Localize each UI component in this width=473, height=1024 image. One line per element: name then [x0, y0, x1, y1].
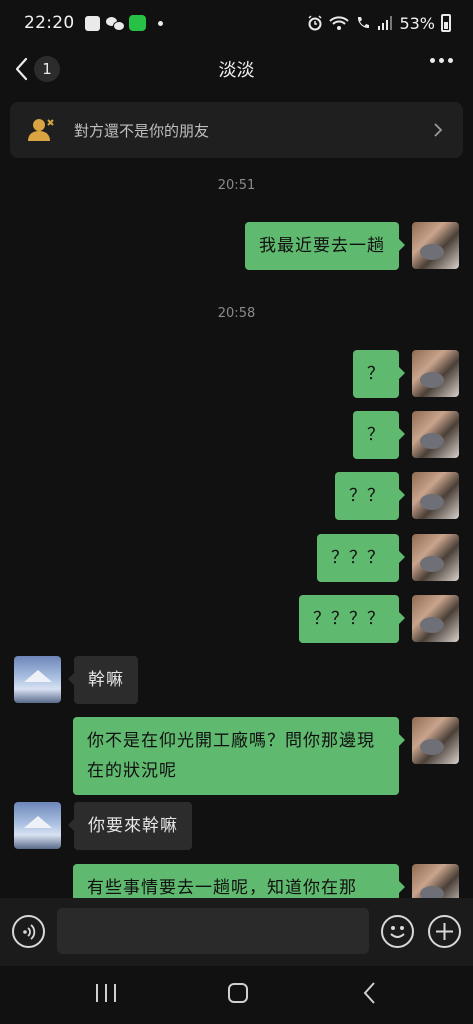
avatar[interactable]: [412, 534, 459, 581]
plus-icon: [436, 923, 453, 940]
avatar[interactable]: [412, 411, 459, 458]
home-icon[interactable]: [228, 983, 248, 1003]
battery-percent: 53%: [399, 13, 435, 33]
alarm-icon: [308, 15, 322, 31]
dot-icon: [157, 20, 163, 26]
emoji-button[interactable]: [381, 915, 414, 948]
message-input[interactable]: [57, 908, 369, 954]
message-list[interactable]: 20:51 我最近要去一趟 20:58 ？ ？ ？？ ？？？ ？？？？ 幹嘛 你…: [0, 158, 473, 898]
message-bubble[interactable]: 我最近要去一趟: [245, 222, 405, 270]
notice-text: 對方還不是你的朋友: [74, 121, 210, 140]
wechat-icon: [105, 16, 125, 31]
avatar[interactable]: [14, 802, 61, 849]
chevron-right-icon: [434, 123, 443, 137]
status-time: 22:20: [24, 13, 75, 33]
chat-title: 淡淡: [218, 60, 255, 81]
line-icon: [128, 15, 146, 31]
call-icon: [358, 17, 370, 29]
more-icon[interactable]: [430, 58, 453, 63]
message-bubble[interactable]: 幹嘛: [68, 656, 138, 704]
avatar[interactable]: [412, 864, 459, 898]
voice-icon: [22, 923, 35, 940]
not-friend-notice[interactable]: 對方還不是你的朋友: [10, 102, 463, 158]
message-bubble[interactable]: ？: [353, 411, 405, 459]
message-bubble[interactable]: ？: [353, 350, 405, 398]
avatar[interactable]: [412, 472, 459, 519]
timestamp: 20:58: [217, 306, 256, 321]
recents-icon[interactable]: [96, 984, 116, 1002]
input-bar: [0, 898, 473, 966]
avatar[interactable]: [412, 717, 459, 764]
avatar[interactable]: [14, 656, 61, 703]
message-bubble[interactable]: ？？？: [317, 534, 405, 582]
add-friend-icon: [28, 119, 54, 141]
gallery-icon: [84, 15, 100, 31]
message-bubble[interactable]: 有些事情要去一趟呢，知道你在那: [73, 864, 405, 898]
timestamp: 20:51: [217, 178, 256, 193]
avatar[interactable]: [412, 222, 459, 269]
message-bubble[interactable]: 你不是在仰光開工廠嗎？問你那邊現在的狀況呢: [73, 717, 405, 795]
back-icon[interactable]: [362, 981, 376, 1005]
wifi-icon: [329, 16, 350, 30]
avatar[interactable]: [412, 350, 459, 397]
message-bubble[interactable]: ？？？？: [299, 595, 405, 643]
plus-button[interactable]: [428, 915, 461, 948]
battery-icon: [441, 14, 451, 32]
emoji-icon: [390, 926, 405, 938]
system-nav-bar: [0, 966, 473, 1024]
message-bubble[interactable]: ？？: [335, 472, 405, 520]
avatar[interactable]: [412, 595, 459, 642]
chat-header: 1 淡淡: [0, 46, 473, 92]
signal-icon: [378, 16, 393, 30]
message-bubble[interactable]: 你要來幹嘛: [68, 802, 192, 850]
voice-button[interactable]: [12, 915, 45, 948]
status-bar: 22:20 53%: [0, 0, 473, 46]
